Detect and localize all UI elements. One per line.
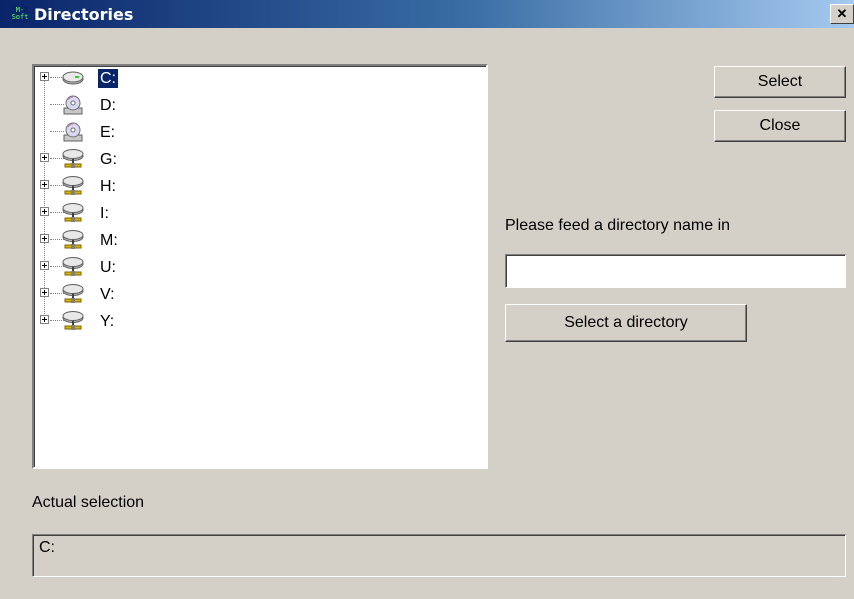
expand-plus-icon[interactable] [40, 288, 49, 297]
select-button[interactable]: Select [714, 66, 846, 98]
tree-item-label[interactable]: Y: [98, 312, 116, 331]
actual-selection-value: C: [39, 539, 55, 556]
network-drive-icon [62, 229, 84, 251]
select-directory-button[interactable]: Select a directory [505, 304, 747, 342]
close-button[interactable]: Close [714, 110, 846, 142]
window-title: Directories [34, 4, 134, 24]
tree-item-drive-i[interactable]: I: [34, 201, 486, 228]
expand-plus-icon[interactable] [40, 180, 49, 189]
expand-plus-icon[interactable] [40, 72, 49, 81]
network-drive-icon [62, 202, 84, 224]
tree-item-drive-u[interactable]: U: [34, 255, 486, 282]
network-drive-icon [62, 283, 84, 305]
title-bar: M-Soft Directories ✕ [0, 0, 854, 28]
expand-plus-icon[interactable] [40, 261, 49, 270]
network-drive-icon [62, 175, 84, 197]
tree-item-drive-v[interactable]: V: [34, 282, 486, 309]
directory-prompt-label: Please feed a directory name in [505, 217, 731, 234]
actual-selection-label: Actual selection [32, 494, 145, 511]
tree-item-label[interactable]: G: [98, 150, 119, 169]
expand-plus-icon[interactable] [40, 207, 49, 216]
directory-tree[interactable]: C: D: E: G: H: I: M: U: V: Y: [32, 64, 488, 469]
actual-selection-box: C: [32, 534, 846, 577]
cd-drive-icon [62, 121, 84, 143]
tree-item-label[interactable]: V: [98, 285, 117, 304]
directory-name-field[interactable] [505, 254, 846, 288]
tree-item-drive-y[interactable]: Y: [34, 309, 486, 336]
tree-item-label[interactable]: U: [98, 258, 118, 277]
expand-plus-icon[interactable] [40, 234, 49, 243]
network-drive-icon [62, 256, 84, 278]
close-window-button[interactable]: ✕ [830, 4, 854, 24]
directory-name-input[interactable] [506, 255, 845, 287]
tree-item-drive-m[interactable]: M: [34, 228, 486, 255]
tree-item-label[interactable]: M: [98, 231, 120, 250]
close-icon: ✕ [836, 6, 848, 21]
expand-plus-icon[interactable] [40, 315, 49, 324]
tree-item-drive-e[interactable]: E: [34, 120, 486, 147]
tree-item-label[interactable]: D: [98, 96, 118, 115]
tree-item-label[interactable]: E: [98, 123, 117, 142]
expand-plus-icon[interactable] [40, 153, 49, 162]
tree-item-label[interactable]: H: [98, 177, 118, 196]
network-drive-icon [62, 310, 84, 332]
tree-item-drive-g[interactable]: G: [34, 147, 486, 174]
tree-item-drive-c[interactable]: C: [34, 66, 486, 93]
network-drive-icon [62, 148, 84, 170]
hard-drive-icon [62, 67, 84, 89]
cd-drive-icon [62, 94, 84, 116]
tree-item-label[interactable]: I: [98, 204, 111, 223]
tree-item-label[interactable]: C: [98, 69, 118, 88]
tree-item-drive-h[interactable]: H: [34, 174, 486, 201]
app-icon: M-Soft [12, 6, 28, 22]
tree-item-drive-d[interactable]: D: [34, 93, 486, 120]
